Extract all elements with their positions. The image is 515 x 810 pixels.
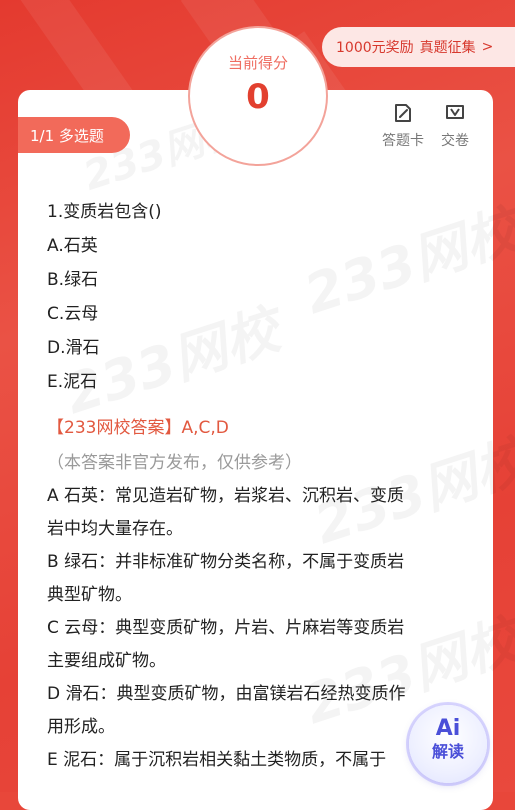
explanation-line: A 石英：常见造岩矿物，岩浆岩、沉积岩、变质	[47, 486, 405, 506]
question-body: 1.变质岩包含() A.石英 B.绿石 C.云母 D.滑石 E.泥石	[47, 195, 447, 399]
option-e[interactable]: E.泥石	[47, 365, 447, 399]
send-icon	[446, 105, 464, 119]
option-a[interactable]: A.石英	[47, 229, 447, 263]
explanation-line: C 云母：典型变质矿物，片岩、片麻岩等变质岩	[47, 618, 405, 638]
option-c[interactable]: C.云母	[47, 297, 447, 331]
answer-disclaimer: （本答案非官方发布，仅供参考）	[47, 453, 302, 473]
banner-prefix: 1000元奖励	[336, 40, 414, 56]
score-display: 当前得分 0	[188, 26, 328, 166]
answer-line: 【233网校答案】A,C,D	[47, 418, 229, 438]
ai-interpret-button[interactable]: Ai 解读	[409, 705, 487, 783]
score-label: 当前得分	[227, 54, 288, 72]
submit-button[interactable]: 交卷	[425, 102, 485, 150]
question-stem: 1.变质岩包含()	[47, 202, 162, 222]
chevron-right-icon: >	[481, 39, 494, 55]
explanation-line: 用形成。	[47, 717, 115, 737]
banner-action: 真题征集	[419, 40, 476, 56]
ai-label: 解读	[431, 742, 464, 761]
explanation-line: 主要组成矿物。	[47, 651, 166, 671]
question-type-tag: 1/1 多选题	[18, 117, 130, 153]
explanation-line: D 滑石：典型变质矿物，由富镁岩石经热变质作	[47, 684, 406, 704]
score-value: 0	[246, 77, 270, 117]
option-b[interactable]: B.绿石	[47, 263, 447, 297]
explanation-line: B 绿石：并非标准矿物分类名称，不属于变质岩	[47, 552, 405, 572]
explanation-line: 典型矿物。	[47, 585, 132, 605]
edit-sheet-icon	[395, 104, 411, 122]
answer-card-label: 答题卡	[382, 133, 424, 149]
answer-card-button[interactable]: 答题卡	[373, 102, 433, 150]
reward-banner[interactable]: 1000元奖励 真题征集 >	[322, 27, 515, 67]
explanation-line: E 泥石：属于沉积岩相关黏土类物质，不属于	[47, 750, 387, 770]
option-d[interactable]: D.滑石	[47, 331, 447, 365]
explanation-line: 岩中均大量存在。	[47, 519, 183, 539]
ai-icon: Ai	[435, 716, 461, 741]
submit-label: 交卷	[441, 133, 469, 149]
explanation-block: A 石英：常见造岩矿物，岩浆岩、沉积岩、变质 岩中均大量存在。 B 绿石：并非标…	[47, 480, 452, 777]
